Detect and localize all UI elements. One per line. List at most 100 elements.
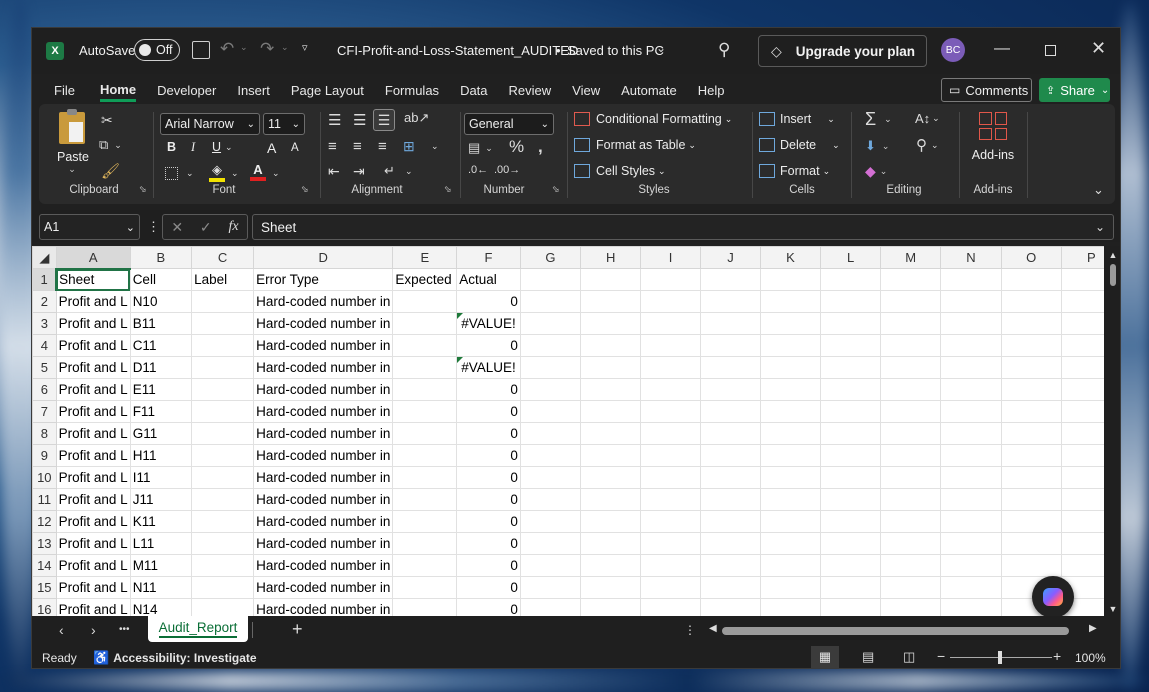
cell[interactable] (191, 356, 255, 379)
cell[interactable] (519, 444, 582, 467)
cell[interactable] (880, 290, 942, 313)
cell[interactable] (880, 510, 942, 533)
alignment-launcher-icon[interactable]: ⬂ (444, 184, 452, 195)
cell[interactable] (191, 378, 255, 401)
cell[interactable]: Profit and L (55, 466, 131, 489)
cell[interactable] (519, 334, 582, 357)
cell[interactable]: D11 (129, 356, 193, 379)
cell[interactable] (580, 576, 642, 599)
cell[interactable]: Profit and L (55, 356, 131, 379)
cell[interactable] (820, 400, 882, 423)
sort-filter-icon[interactable]: A↕ ⌄ (915, 111, 940, 126)
cell[interactable] (880, 422, 942, 445)
cell[interactable]: 0 (456, 378, 521, 401)
cell[interactable] (820, 576, 882, 599)
align-middle-icon[interactable]: ☰ (353, 111, 366, 129)
align-right-icon[interactable]: ≡ (378, 138, 387, 155)
hscroll-left-icon[interactable]: ◀ (709, 623, 717, 634)
comma-style-icon[interactable]: , (538, 137, 543, 157)
cell[interactable] (640, 378, 701, 401)
cell[interactable] (759, 510, 822, 533)
redo-icon[interactable]: ↷ (260, 39, 274, 59)
cell[interactable] (880, 554, 942, 577)
cell[interactable]: Hard-coded number in (253, 312, 394, 335)
column-header-e[interactable]: E (392, 246, 458, 269)
cell[interactable] (519, 576, 582, 599)
column-header-f[interactable]: F (456, 246, 521, 269)
row-header[interactable]: 7 (32, 400, 57, 423)
cell[interactable] (880, 400, 942, 423)
cell[interactable]: Profit and L (55, 400, 131, 423)
cell[interactable] (699, 312, 761, 335)
cell[interactable] (820, 444, 882, 467)
cell[interactable] (820, 488, 882, 511)
cell[interactable]: Hard-coded number in (253, 334, 394, 357)
tab-formulas[interactable]: Formulas (385, 83, 439, 98)
cell[interactable] (820, 268, 882, 291)
cell[interactable] (519, 422, 582, 445)
row-header[interactable]: 11 (32, 488, 57, 511)
copy-icon[interactable]: ⧉ ⌄ (99, 137, 122, 153)
find-select-icon[interactable]: ⚲ ⌄ (916, 136, 939, 154)
column-header-c[interactable]: C (191, 246, 255, 269)
row-header[interactable]: 6 (32, 378, 57, 401)
cell[interactable] (699, 334, 761, 357)
cell[interactable]: Profit and L (55, 422, 131, 445)
fill-icon[interactable]: ⬇ ⌄ (865, 138, 889, 154)
cell[interactable] (880, 532, 942, 555)
scroll-thumb[interactable] (1110, 264, 1116, 286)
cell[interactable] (940, 510, 1002, 533)
enter-formula-icon[interactable]: ✓ (200, 219, 212, 236)
cell[interactable] (519, 488, 582, 511)
name-box[interactable]: A1 ⌄ (39, 214, 140, 240)
cell[interactable] (191, 532, 255, 555)
cell[interactable]: Profit and L (55, 378, 131, 401)
accessibility-status[interactable]: ♿ Accessibility: Investigate (93, 650, 257, 666)
format-painter-icon[interactable]: 🖌 (101, 162, 120, 180)
clear-icon[interactable]: ◆ ⌄ (865, 163, 887, 180)
cell[interactable]: Sheet (55, 268, 131, 291)
cell-styles-button[interactable]: Cell Styles ⌄ (574, 164, 666, 178)
cell[interactable] (392, 576, 458, 599)
cell[interactable] (640, 576, 701, 599)
shrink-font-button[interactable]: A (291, 142, 299, 154)
cell[interactable] (580, 312, 642, 335)
cell[interactable] (580, 488, 642, 511)
tab-page-layout[interactable]: Page Layout (291, 83, 364, 98)
cell[interactable] (580, 532, 642, 555)
cell[interactable]: Hard-coded number in (253, 290, 394, 313)
cell[interactable] (519, 554, 582, 577)
cell[interactable] (1000, 488, 1062, 511)
align-left-icon[interactable]: ≡ (328, 138, 337, 155)
cell[interactable] (392, 290, 458, 313)
normal-view-icon[interactable]: ▦ (811, 646, 839, 668)
cell[interactable] (640, 400, 701, 423)
cell[interactable] (1000, 444, 1062, 467)
cell[interactable]: C11 (129, 334, 193, 357)
conditional-formatting-button[interactable]: Conditional Formatting ⌄ (574, 112, 732, 126)
cell[interactable] (759, 576, 822, 599)
row-header[interactable]: 8 (32, 422, 57, 445)
column-header-a[interactable]: A (55, 246, 131, 270)
cell[interactable]: Hard-coded number in (253, 444, 394, 467)
zoom-slider-thumb[interactable] (998, 651, 1002, 664)
close-icon[interactable]: ✕ (1091, 38, 1106, 59)
column-header-j[interactable]: J (699, 246, 761, 269)
maximize-icon[interactable] (1045, 45, 1056, 56)
formula-bar-menu-icon[interactable]: ⋮ (147, 219, 160, 235)
cell[interactable] (759, 532, 822, 555)
cell[interactable] (699, 268, 761, 291)
cell[interactable] (519, 312, 582, 335)
cell[interactable] (580, 268, 642, 291)
search-icon[interactable]: ⚲ (718, 40, 730, 60)
column-header-l[interactable]: L (820, 246, 882, 269)
cell[interactable] (699, 510, 761, 533)
cell[interactable] (940, 554, 1002, 577)
cell[interactable] (580, 378, 642, 401)
cell[interactable] (580, 334, 642, 357)
cell[interactable] (580, 510, 642, 533)
cell[interactable] (759, 466, 822, 489)
cell[interactable] (1000, 422, 1062, 445)
cell[interactable] (940, 268, 1002, 291)
cell[interactable] (519, 378, 582, 401)
